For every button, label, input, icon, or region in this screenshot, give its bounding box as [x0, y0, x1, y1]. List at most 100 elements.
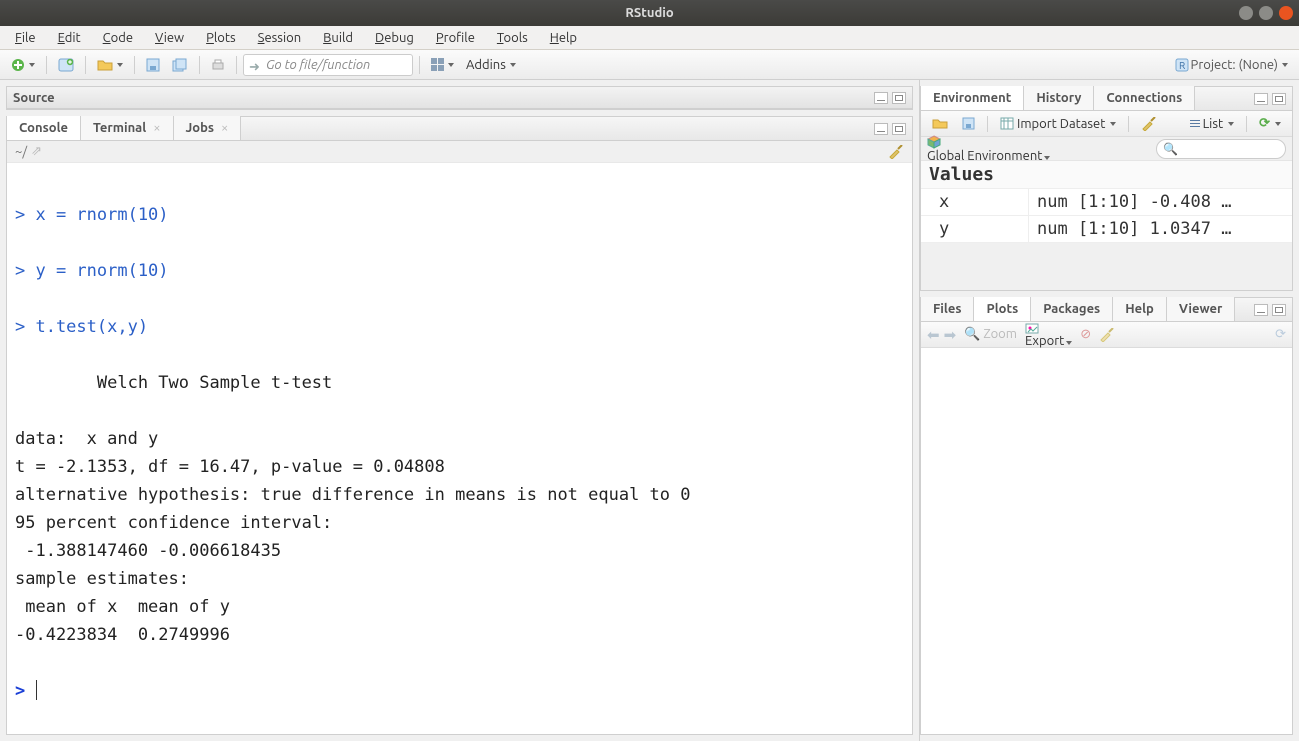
- title-bar: RStudio: [0, 0, 1299, 26]
- project-menu-button[interactable]: R Project: (None): [1170, 54, 1293, 76]
- print-icon: [211, 58, 225, 72]
- refresh-icon: ⟳: [1275, 327, 1286, 341]
- open-file-button[interactable]: [92, 54, 128, 76]
- window-controls: [1239, 6, 1293, 20]
- arrow-left-icon: ⬅: [927, 326, 940, 343]
- console-popout-icon[interactable]: ⇗: [31, 144, 42, 159]
- list-icon: [1190, 118, 1200, 129]
- console-subheader: ~/ ⇗: [7, 141, 912, 163]
- console-maximize-button[interactable]: [892, 123, 906, 135]
- console-minimize-button[interactable]: [874, 123, 888, 135]
- plots-maximize-button[interactable]: [1272, 304, 1286, 316]
- menu-file[interactable]: File: [6, 29, 45, 47]
- env-open-button[interactable]: [927, 114, 953, 133]
- tab-plots[interactable]: Plots: [974, 297, 1031, 321]
- tab-terminal[interactable]: Terminal×: [81, 116, 174, 140]
- tab-files[interactable]: Files: [921, 297, 974, 321]
- tab-help[interactable]: Help: [1113, 297, 1167, 321]
- tab-environment[interactable]: Environment: [921, 86, 1024, 110]
- cube-icon: [927, 135, 941, 149]
- plot-remove-button[interactable]: ⊘: [1080, 327, 1091, 342]
- menu-edit[interactable]: Edit: [49, 29, 90, 47]
- menu-profile[interactable]: Profile: [427, 29, 484, 47]
- save-all-button[interactable]: [167, 54, 193, 76]
- env-search-input[interactable]: 🔍: [1156, 139, 1286, 159]
- new-project-button[interactable]: [53, 54, 79, 76]
- project-icon: R: [1175, 58, 1189, 72]
- menu-view[interactable]: View: [146, 29, 193, 47]
- menu-code[interactable]: Code: [94, 29, 142, 47]
- broom-icon: [1099, 328, 1115, 342]
- env-view-mode-button[interactable]: List: [1185, 114, 1240, 134]
- broom-icon: [1141, 117, 1157, 131]
- save-all-icon: [172, 58, 188, 72]
- addins-button[interactable]: Addins: [461, 54, 521, 76]
- goto-file-input[interactable]: ➜ Go to file/function: [243, 54, 413, 76]
- plot-clear-button[interactable]: [1099, 328, 1115, 342]
- env-row-y[interactable]: y num [1:10] 1.0347 …: [921, 216, 1292, 243]
- tab-history[interactable]: History: [1024, 86, 1094, 110]
- console-prompt: >: [15, 681, 25, 701]
- console-output[interactable]: > x = rnorm(10) > y = rnorm(10) > t.test…: [7, 163, 912, 734]
- new-project-icon: [58, 58, 74, 72]
- window-close-button[interactable]: [1279, 6, 1293, 20]
- console-cwd: ~/: [15, 145, 27, 159]
- env-row-x[interactable]: x num [1:10] -0.408 …: [921, 189, 1292, 216]
- plot-prev-button[interactable]: ⬅: [927, 326, 940, 344]
- pane-grid-icon: [431, 58, 444, 71]
- new-file-button[interactable]: [6, 54, 40, 76]
- env-toolbar: Import Dataset List ⟳: [921, 111, 1292, 137]
- tab-connections[interactable]: Connections: [1094, 86, 1195, 110]
- env-clear-button[interactable]: [1136, 114, 1162, 134]
- export-icon: [1025, 321, 1039, 334]
- save-icon: [962, 117, 975, 130]
- tab-console[interactable]: Console: [7, 116, 81, 140]
- menu-plots[interactable]: Plots: [197, 29, 245, 47]
- env-save-button[interactable]: [957, 114, 980, 133]
- broom-icon: [888, 145, 904, 159]
- save-button[interactable]: [141, 54, 165, 76]
- goto-arrow-icon: ➜: [249, 59, 260, 75]
- remove-icon: ⊘: [1080, 327, 1091, 341]
- main-toolbar: ➜ Go to file/function Addins R Project: …: [0, 50, 1299, 80]
- menu-session[interactable]: Session: [249, 29, 310, 47]
- close-icon[interactable]: ×: [221, 121, 228, 135]
- env-minimize-button[interactable]: [1254, 93, 1268, 105]
- env-refresh-button[interactable]: ⟳: [1254, 113, 1286, 134]
- window-minimize-button[interactable]: [1239, 6, 1253, 20]
- menu-bar: File Edit Code View Plots Session Build …: [0, 26, 1299, 50]
- menu-help[interactable]: Help: [541, 29, 586, 47]
- env-scope-row: Global Environment 🔍: [921, 137, 1292, 161]
- values-header: Values: [921, 161, 1292, 189]
- clear-console-button[interactable]: [888, 145, 904, 159]
- window-title: RStudio: [625, 6, 673, 20]
- tab-packages[interactable]: Packages: [1031, 297, 1113, 321]
- plot-next-button[interactable]: ➡: [944, 326, 957, 344]
- window-maximize-button[interactable]: [1259, 6, 1273, 20]
- menu-build[interactable]: Build: [314, 29, 362, 47]
- plot-refresh-button[interactable]: ⟳: [1275, 327, 1286, 342]
- tab-jobs[interactable]: Jobs×: [174, 116, 242, 140]
- svg-text:R: R: [1179, 60, 1185, 71]
- env-scope-button[interactable]: Global Environment: [927, 135, 1050, 163]
- close-icon[interactable]: ×: [153, 121, 160, 135]
- print-button[interactable]: [206, 54, 230, 76]
- source-maximize-button[interactable]: [892, 92, 906, 104]
- addins-label: Addins: [466, 58, 506, 72]
- menu-debug[interactable]: Debug: [366, 29, 423, 47]
- menu-tools[interactable]: Tools: [488, 29, 537, 47]
- env-var-name: y: [921, 216, 1029, 242]
- env-tabstrip: Environment History Connections: [921, 87, 1292, 111]
- open-folder-icon: [97, 58, 113, 72]
- env-maximize-button[interactable]: [1272, 93, 1286, 105]
- pane-layout-button[interactable]: [426, 54, 459, 76]
- import-dataset-button[interactable]: Import Dataset: [995, 114, 1121, 134]
- cursor: [36, 680, 37, 700]
- arrow-right-icon: ➡: [944, 326, 957, 343]
- source-minimize-button[interactable]: [874, 92, 888, 104]
- plot-export-button[interactable]: Export: [1025, 321, 1072, 348]
- tab-viewer[interactable]: Viewer: [1167, 297, 1236, 321]
- plot-zoom-button[interactable]: 🔍 Zoom: [964, 327, 1017, 342]
- console-tabstrip: Console Terminal× Jobs×: [7, 117, 912, 141]
- plots-minimize-button[interactable]: [1254, 304, 1268, 316]
